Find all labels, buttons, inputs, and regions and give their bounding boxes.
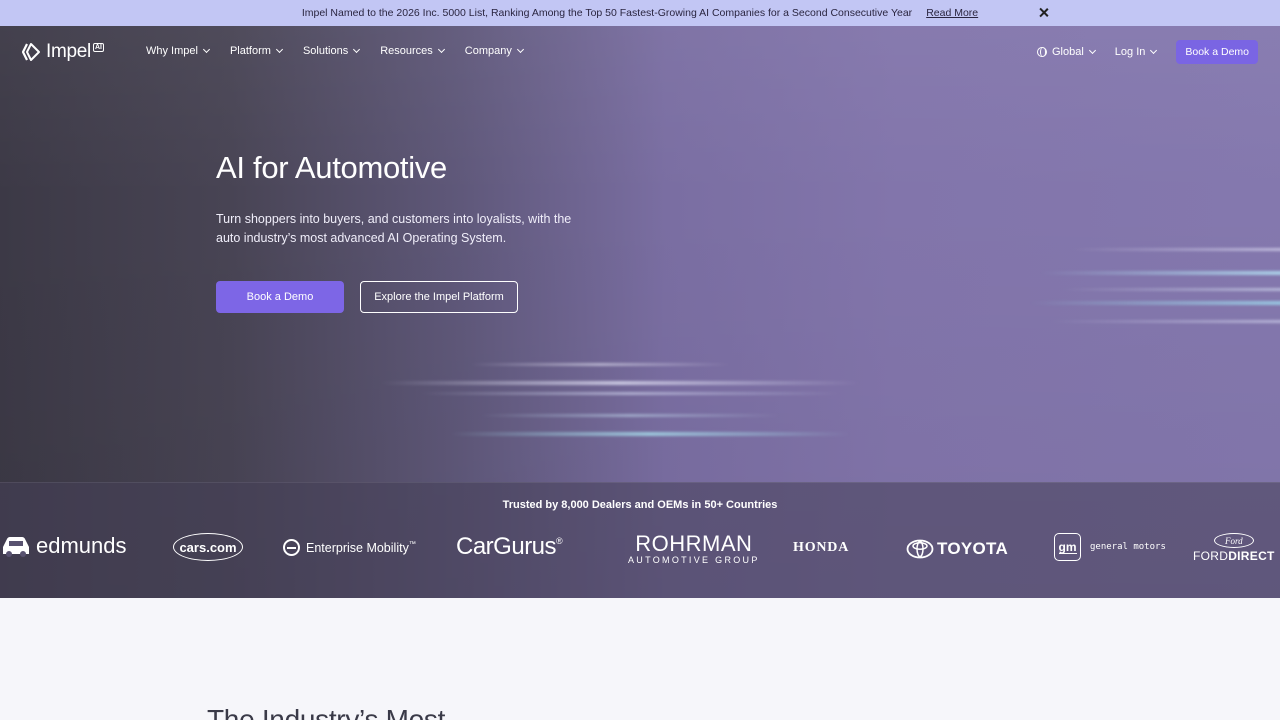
light-streak-decoration (480, 414, 780, 417)
cars-com-logo: cars.com (173, 533, 243, 561)
login-label: Log In (1114, 46, 1146, 58)
light-streak-decoration (1070, 248, 1280, 251)
nav-menu: Why Impel Platform Solutions Resources C… (146, 45, 524, 57)
enterprise-wordmark: Enterprise Mobility (306, 540, 409, 555)
cars-com-wordmark: cars.com (179, 539, 237, 555)
nav-right-actions: Global Log In Book a Demo (1036, 40, 1258, 64)
chevron-down-icon (516, 45, 524, 54)
nav-book-demo-button[interactable]: Book a Demo (1176, 40, 1258, 64)
registered-symbol: ® (556, 536, 563, 546)
light-streak-decoration (450, 432, 850, 436)
rohrman-subtitle: AUTOMOTIVE GROUP (628, 555, 760, 565)
nav-item-label: Resources (380, 45, 433, 57)
trusted-by-strip: Trusted by 8,000 Dealers and OEMs in 50+… (0, 482, 1280, 598)
explore-platform-button[interactable]: Explore the Impel Platform (360, 281, 518, 313)
nav-item-label: Company (464, 45, 512, 57)
logo-wordmark: Impel (46, 41, 91, 62)
ford-oval-icon: Ford (1213, 533, 1254, 548)
ford-direct-logo: Ford FORD DIRECT (1193, 533, 1275, 563)
nav-item-platform[interactable]: Platform (229, 45, 283, 57)
toyota-emblem-icon (906, 539, 934, 559)
logo-ai-badge: AI (92, 42, 104, 52)
book-demo-button[interactable]: Book a Demo (216, 281, 344, 313)
light-streak-decoration (1060, 288, 1280, 291)
light-streak-decoration (1040, 271, 1280, 275)
light-streak-decoration (380, 381, 860, 385)
chevron-down-icon (437, 45, 445, 54)
announcement-bar: Impel Named to the 2026 Inc. 5000 List, … (0, 0, 1280, 26)
light-streak-decoration (1050, 320, 1280, 323)
global-label: Global (1051, 46, 1084, 58)
ford-direct-wordmark: FORD DIRECT (1193, 549, 1275, 563)
gm-wordmark: general motors (1090, 542, 1166, 552)
ford-oval-text: Ford (1224, 535, 1243, 546)
login-menu[interactable]: Log In (1114, 46, 1158, 58)
impel-logo[interactable]: Impel AI (22, 41, 104, 63)
direct-text: DIRECT (1228, 549, 1275, 563)
nav-item-label: Platform (229, 45, 271, 57)
cargurus-logo: CarGurus ® (456, 533, 563, 561)
nav-item-label: Solutions (302, 45, 349, 57)
toyota-wordmark: TOYOTA (937, 539, 1009, 558)
edmunds-wordmark: edmunds (36, 533, 127, 558)
general-motors-logo: gm general motors (1054, 533, 1166, 561)
chevron-down-icon (1088, 46, 1096, 55)
chevron-down-icon (1150, 46, 1158, 55)
trusted-by-title: Trusted by 8,000 Dealers and OEMs in 50+… (502, 499, 778, 511)
light-streak-decoration (420, 392, 840, 395)
nav-item-label: Why Impel (146, 45, 198, 57)
chevron-down-icon (275, 45, 283, 54)
nav-item-company[interactable]: Company (464, 45, 524, 57)
gm-badge-text: gm (1058, 539, 1077, 554)
nav-item-resources[interactable]: Resources (380, 45, 445, 57)
hero-subtext: Turn shoppers into buyers, and customers… (216, 212, 572, 245)
cargurus-wordmark: CarGurus (456, 533, 557, 560)
chevron-down-icon (202, 45, 211, 54)
nav-item-solutions[interactable]: Solutions (302, 45, 361, 57)
main-navigation: Impel AI Why Impel Platform Solutions Re… (0, 26, 1280, 79)
ford-text: FORD (1193, 549, 1229, 563)
announcement-message: Impel Named to the 2026 Inc. 5000 List, … (301, 7, 913, 19)
rohrman-wordmark: ROHRMAN (635, 531, 753, 556)
enterprise-e-icon (283, 539, 300, 556)
chevron-down-icon (353, 45, 361, 54)
toyota-logo: TOYOTA (906, 539, 1008, 559)
honda-wordmark: HONDA (793, 540, 850, 555)
nav-item-why-impel[interactable]: Why Impel (146, 45, 211, 57)
read-more-link[interactable]: Read More (926, 7, 978, 19)
close-icon[interactable] (1037, 6, 1051, 20)
section-heading: The Industry’s Most (207, 704, 446, 720)
trademark-symbol: ™ (408, 541, 416, 548)
impel-logo-icon (22, 43, 40, 61)
gm-badge-icon: gm (1054, 533, 1081, 561)
enterprise-mobility-logo: Enterprise Mobility ™ (283, 539, 416, 556)
honda-logo: HONDA (793, 540, 849, 556)
light-streak-decoration (470, 363, 730, 366)
global-selector[interactable]: Global (1036, 46, 1096, 58)
car-icon (3, 537, 29, 557)
hero-headline: AI for Automotive (216, 150, 447, 185)
light-streak-decoration (1030, 301, 1280, 305)
globe-icon (1036, 47, 1047, 57)
edmunds-logo: edmunds (0, 533, 127, 559)
rohrman-logo: ROHRMAN AUTOMOTIVE GROUP (628, 531, 760, 566)
